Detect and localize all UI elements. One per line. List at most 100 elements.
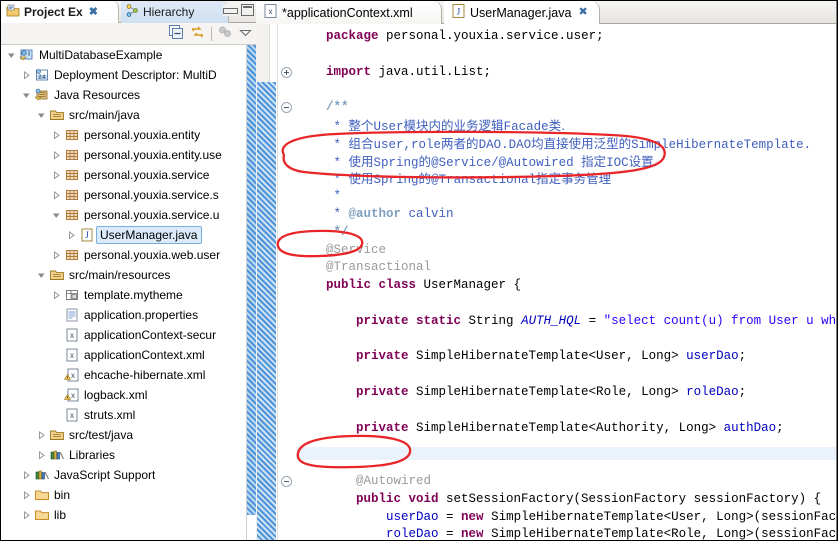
tree-item[interactable]: JavaScript Support <box>1 465 246 485</box>
code-token: 设置. <box>628 153 658 169</box>
code-token: = <box>438 509 462 524</box>
svg-text:2.4: 2.4 <box>39 75 46 81</box>
project-tree-scrollbar[interactable] <box>247 45 256 540</box>
code-token: userDao <box>686 349 739 364</box>
code-line: * 整个User模块内的业务逻辑Facade类. <box>296 117 837 135</box>
editor-tab-label: UserManager.java <box>470 5 572 20</box>
code-line: * 使用Spring的@Service/@Autowired 指定IOC设置. <box>296 153 837 171</box>
folder-icon <box>33 507 51 523</box>
code-line: @Service <box>296 242 837 260</box>
xml-file-warning-icon: x <box>63 387 81 403</box>
tree-item[interactable]: personal.youxia.web.user <box>1 245 246 265</box>
tree-item-label: Deployment Descriptor: MultiD <box>54 68 217 82</box>
maximize-icon[interactable] <box>241 4 254 16</box>
tree-item[interactable]: personal.youxia.service.u <box>1 205 246 225</box>
minimize-icon[interactable] <box>223 4 238 16</box>
editor-folding-ruler[interactable] <box>277 24 295 540</box>
close-icon[interactable]: ✖ <box>578 7 587 18</box>
tree-item[interactable]: src/main/java <box>1 105 246 125</box>
code-line: private SimpleHibernateTemplate<User, Lo… <box>296 348 837 366</box>
tree-item[interactable]: personal.youxia.entity.use <box>1 145 246 165</box>
twisty-expanded-icon[interactable] <box>35 111 48 120</box>
view-menu-icon[interactable] <box>218 26 233 42</box>
code-token: public class <box>326 278 417 293</box>
editor-code-text[interactable]: package personal.youxia.service.user; im… <box>296 24 837 540</box>
chevron-down-icon[interactable] <box>239 27 252 41</box>
collapse-all-icon[interactable] <box>169 25 184 43</box>
twisty-expanded-icon[interactable] <box>50 211 63 220</box>
tree-item-selected[interactable]: J UserManager.java <box>1 225 246 245</box>
code-token: IOC <box>606 155 629 170</box>
tree-item[interactable]: Java Resources <box>1 85 246 105</box>
tree-item[interactable]: x applicationContext.xml <box>1 345 246 365</box>
tree-item[interactable]: x struts.xml <box>1 405 246 425</box>
svg-text:x: x <box>70 411 74 420</box>
editor-body[interactable]: package personal.youxia.service.user; im… <box>256 24 837 540</box>
twisty-collapsed-icon[interactable] <box>50 130 63 140</box>
tree-item[interactable]: Libraries <box>1 445 246 465</box>
code-token: personal.youxia.service.user; <box>378 29 604 43</box>
tree-item[interactable]: bin <box>1 485 246 505</box>
tree-item[interactable]: personal.youxia.entity <box>1 125 246 145</box>
twisty-collapsed-icon[interactable] <box>35 450 48 460</box>
tree-item-label: Java Resources <box>54 88 141 102</box>
twisty-collapsed-icon[interactable] <box>65 230 78 240</box>
toolbar-separator <box>211 27 212 41</box>
view-tabbar: Project Ex ✖ Hierarchy <box>1 1 256 23</box>
code-line: /** <box>296 99 837 117</box>
code-token: new <box>461 509 484 524</box>
code-token: 指定 <box>581 153 607 169</box>
close-icon[interactable]: ✖ <box>89 6 98 18</box>
tree-item[interactable]: application.properties <box>1 305 246 325</box>
code-token: private static <box>356 313 462 328</box>
tree-item[interactable]: x logback.xml <box>1 385 246 405</box>
tree-item[interactable]: src/main/resources <box>1 265 246 285</box>
view-tab-hierarchy[interactable]: Hierarchy <box>121 1 229 23</box>
libraries-icon <box>48 447 66 463</box>
twisty-collapsed-icon[interactable] <box>20 490 33 500</box>
tree-item[interactable]: personal.youxia.service.s <box>1 185 246 205</box>
tree-item[interactable]: 2.4 Deployment Descriptor: MultiD <box>1 65 246 85</box>
tree-item[interactable]: x ehcache-hibernate.xml <box>1 365 246 385</box>
twisty-collapsed-icon[interactable] <box>50 190 63 200</box>
java-file-icon: J <box>452 4 465 21</box>
fold-collapse-icon[interactable] <box>281 476 292 487</box>
code-token: SimpleHibernateTemplate<Authority, Long> <box>408 420 724 435</box>
xml-file-icon: x <box>63 327 81 343</box>
twisty-collapsed-icon[interactable] <box>35 430 48 440</box>
tree-item[interactable]: src/test/java <box>1 425 246 445</box>
code-token: * <box>296 137 349 152</box>
tree-item-label: JavaScript Support <box>54 468 156 482</box>
fold-expand-icon[interactable] <box>281 66 292 78</box>
scrollbar-thumb[interactable] <box>247 45 256 515</box>
view-tab-project-explorer[interactable]: Project Ex ✖ <box>1 1 119 23</box>
package-icon <box>63 187 81 203</box>
twisty-collapsed-icon[interactable] <box>50 290 63 300</box>
fold-collapse-icon[interactable] <box>281 102 292 114</box>
twisty-expanded-icon[interactable] <box>35 271 48 280</box>
code-token: Spring <box>373 155 419 170</box>
code-token: */ <box>296 224 349 239</box>
tree-item-label: personal.youxia.entity <box>84 128 201 142</box>
twisty-expanded-icon[interactable] <box>5 51 18 60</box>
code-token: roleDao <box>686 384 739 399</box>
twisty-collapsed-icon[interactable] <box>20 470 33 480</box>
project-tree[interactable]: MultiDatabaseExample 2.4 Deployment Descri… <box>1 45 247 540</box>
tree-item[interactable]: x applicationContext-secur <box>1 325 246 345</box>
xml-file-icon: x <box>63 407 81 423</box>
twisty-collapsed-icon[interactable] <box>50 170 63 180</box>
tree-item[interactable]: MultiDatabaseExample <box>1 45 246 65</box>
tree-item[interactable]: template.mytheme <box>1 285 246 305</box>
twisty-collapsed-icon[interactable] <box>20 510 33 520</box>
twisty-collapsed-icon[interactable] <box>50 250 63 260</box>
tree-item-label: personal.youxia.service <box>84 168 210 182</box>
code-token: 指定事务管理 <box>536 171 612 187</box>
twisty-collapsed-icon[interactable] <box>50 150 63 160</box>
tree-item[interactable]: personal.youxia.service <box>1 165 246 185</box>
editor-tab-applicationcontext-xml[interactable]: x *applicationContext.xml <box>256 1 442 24</box>
twisty-expanded-icon[interactable] <box>20 91 33 100</box>
twisty-collapsed-icon[interactable] <box>20 70 33 80</box>
link-with-editor-icon[interactable] <box>190 25 205 43</box>
editor-tab-usermanager-java[interactable]: J UserManager.java ✖ <box>444 1 600 25</box>
tree-item[interactable]: lib <box>1 505 246 525</box>
